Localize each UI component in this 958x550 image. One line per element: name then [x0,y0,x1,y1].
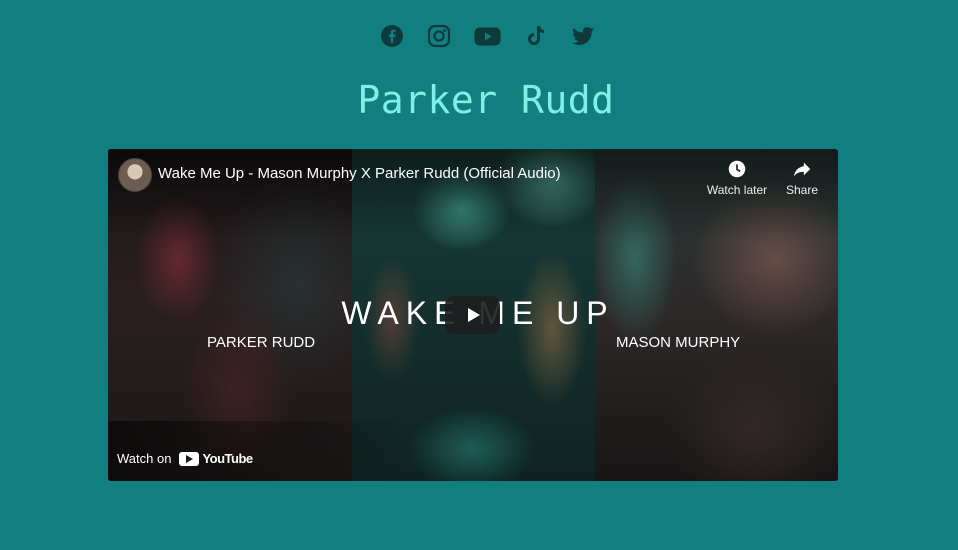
facebook-icon [380,25,403,47]
youtube-wordmark: YouTube [202,451,253,466]
artist-label-left: PARKER RUDD [207,334,316,351]
facebook-link[interactable] [380,24,404,48]
tiktok-icon [527,26,544,45]
share-label: Share [785,183,819,197]
watch-later-button[interactable]: Watch later [705,158,769,197]
video-title-link[interactable]: Wake Me Up - Mason Murphy X Parker Rudd … [158,165,561,182]
watch-on-label: Watch on [117,451,172,466]
watch-later-label: Watch later [706,183,768,197]
instagram-icon [427,24,450,48]
youtube-logo-icon [179,451,200,466]
youtube-icon [474,27,500,46]
clock-icon [728,160,746,178]
share-button[interactable]: Share [779,158,825,197]
channel-avatar[interactable] [118,158,152,192]
artist-label-right: MASON MURPHY [616,334,741,351]
twitter-icon [571,27,594,45]
twitter-link[interactable] [571,24,595,48]
youtube-embed[interactable]: Wake Me Up - Mason Murphy X Parker Rudd … [108,149,838,481]
social-links [0,24,958,48]
tiktok-link[interactable] [524,24,548,48]
youtube-logo: YouTube [179,451,253,466]
page-title: Parker Rudd [357,78,615,122]
youtube-link[interactable] [474,24,501,48]
play-button[interactable] [445,296,500,334]
share-arrow-icon [793,162,811,177]
play-icon [467,308,480,322]
instagram-link[interactable] [427,24,451,48]
watch-on-youtube-link[interactable]: Watch on YouTube [117,451,253,466]
